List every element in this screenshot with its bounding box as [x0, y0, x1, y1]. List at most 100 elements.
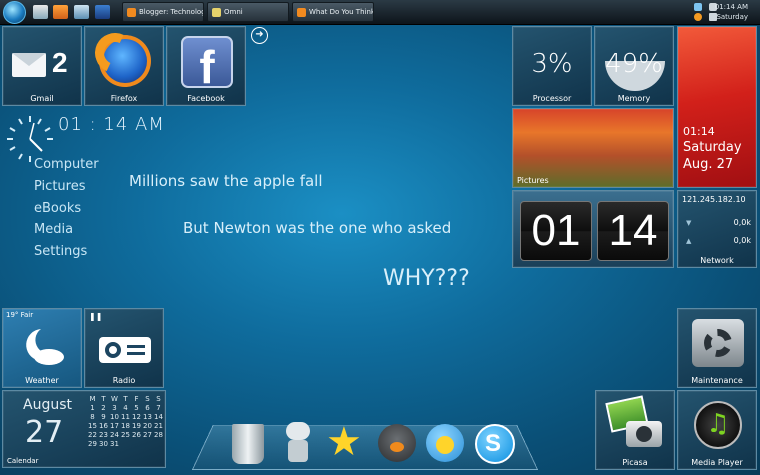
calendar-date[interactable]: 14 — [153, 413, 164, 422]
calendar-date[interactable]: 25 — [120, 431, 131, 440]
calendar-tile[interactable]: August 27 Calendar MTWTFSS 1234567 8 9 10 1… — [2, 390, 166, 468]
weekday: S — [145, 395, 150, 403]
calendar-date[interactable]: 22 — [87, 431, 98, 440]
task-what-do-you-think[interactable]: What Do You Think ... — [292, 2, 374, 22]
task-blogger[interactable]: Blogger: Technolog... — [122, 2, 204, 22]
calendar-date[interactable]: 28 — [153, 431, 164, 440]
task-label: Omni — [224, 8, 243, 16]
calendar-date[interactable]: 9 — [98, 413, 109, 422]
calendar-date[interactable]: 11 — [120, 413, 131, 422]
quicklaunch-explorer-icon[interactable] — [33, 5, 48, 19]
quicklaunch-switch-icon[interactable] — [74, 5, 89, 19]
recycle-bin-icon[interactable] — [228, 420, 268, 466]
flip-clock-tile[interactable]: 01 14 — [512, 190, 674, 268]
calendar-week: 15 16 17 18 19 20 21 — [87, 422, 164, 431]
calendar-date[interactable]: 30 — [98, 440, 109, 449]
calendar-date[interactable]: 29 — [87, 440, 98, 449]
calendar-date[interactable]: 26 — [131, 431, 142, 440]
pause-icon[interactable]: ❚❚ — [89, 312, 102, 321]
calendar-date[interactable]: 4 — [120, 404, 131, 413]
gmail-tile[interactable]: 2 Gmail — [2, 26, 82, 106]
radio-tile[interactable]: ❚❚ Radio — [84, 308, 164, 388]
menu-item-ebooks[interactable]: eBooks — [34, 201, 81, 216]
date-tile[interactable]: 01:14 Saturday Aug. 27 — [677, 26, 757, 188]
camera-icon — [626, 421, 662, 447]
calendar-date[interactable]: 21 — [153, 422, 164, 431]
menu-item-media[interactable]: Media — [34, 222, 73, 237]
calendar-date[interactable]: 12 — [131, 413, 142, 422]
tile-label: Calendar — [7, 457, 39, 465]
calendar-date[interactable]: 13 — [142, 413, 153, 422]
calendar-grid: MTWTFSS 1234567 8 9 10 11 12 13 14 15 16 17 18 19 2… — [87, 395, 164, 449]
network-ip: 121.245.182.10 — [682, 195, 746, 204]
firefox-tile[interactable]: Firefox — [84, 26, 164, 106]
calendar-date[interactable]: 8 — [87, 413, 98, 422]
taskbar — [0, 0, 760, 25]
pictures-tile[interactable]: Pictures — [512, 108, 674, 188]
weekday: M — [89, 395, 96, 403]
skype-icon[interactable]: S — [473, 420, 515, 466]
upload-arrow-icon: ▲ — [686, 237, 692, 245]
calendar-date[interactable]: 31 — [109, 440, 120, 449]
calendar-week: 22 23 24 25 26 27 28 — [87, 431, 164, 440]
quote-line-1: Millions saw the apple fall — [129, 172, 323, 190]
calendar-week: 29 30 31 — [87, 440, 164, 449]
mail-icon — [12, 53, 46, 77]
date-date: Aug. 27 — [683, 157, 734, 172]
memory-value: 49% — [605, 49, 663, 79]
calendar-date[interactable]: 7 — [153, 404, 164, 413]
expand-arrow-icon[interactable]: ➜ — [251, 27, 268, 44]
tile-label: Memory — [617, 94, 651, 103]
star-icon[interactable]: ★ — [326, 420, 366, 466]
calendar-date[interactable]: 10 — [109, 413, 120, 422]
calendar-date[interactable]: 2 — [98, 404, 109, 413]
menu-item-settings[interactable]: Settings — [34, 244, 87, 259]
update-tray-icon[interactable] — [694, 13, 702, 21]
flip-hours: 01 — [520, 201, 592, 261]
network-up: 0,0k — [733, 236, 751, 245]
weekday: W — [111, 395, 118, 403]
memory-tile[interactable]: 49% Memory — [594, 26, 674, 106]
network-tray-icon[interactable] — [694, 3, 702, 11]
tray-day: Saturday — [716, 13, 748, 21]
calendar-date[interactable]: 19 — [131, 422, 142, 431]
weekday: T — [101, 395, 106, 403]
calendar-date[interactable]: 23 — [98, 431, 109, 440]
processor-tile[interactable]: 3% Processor — [512, 26, 592, 106]
calendar-date[interactable]: 1 — [87, 404, 98, 413]
maintenance-tile[interactable]: Maintenance — [677, 308, 757, 388]
calendar-date[interactable]: 20 — [142, 422, 153, 431]
calendar-date[interactable]: 3 — [109, 404, 120, 413]
tray-clock[interactable]: 01:14 AM Saturday — [715, 2, 748, 22]
network-tile[interactable]: 121.245.182.10 ▼ 0,0k ▲ 0,0k Network — [677, 190, 757, 268]
menu-item-computer[interactable]: Computer — [34, 157, 99, 172]
calendar-date[interactable]: 15 — [87, 422, 98, 431]
messenger-icon[interactable] — [424, 420, 464, 466]
tile-label: Weather — [25, 376, 59, 385]
calendar-date[interactable]: 5 — [131, 404, 142, 413]
calendar-date[interactable]: 6 — [142, 404, 153, 413]
picasa-tile[interactable]: Picasa — [595, 390, 675, 470]
calendar-date[interactable]: 18 — [120, 422, 131, 431]
task-omni[interactable]: Omni — [207, 2, 289, 22]
tray-time: 01:14 AM — [714, 3, 748, 11]
quicklaunch-desktop-icon[interactable] — [95, 5, 110, 19]
menu-item-pictures[interactable]: Pictures — [34, 179, 85, 194]
calendar-date[interactable]: 17 — [109, 422, 120, 431]
unread-count: 2 — [52, 47, 68, 78]
calendar-date[interactable]: 27 — [142, 431, 153, 440]
quote-line-3: WHY??? — [383, 266, 470, 291]
media-player-tile[interactable]: ♫ Media Player — [677, 390, 757, 470]
tile-label: Firefox — [110, 94, 138, 103]
folder-icon — [212, 8, 221, 17]
calendar-date[interactable]: 24 — [109, 431, 120, 440]
calendar-date[interactable]: 16 — [98, 422, 109, 431]
bird-icon[interactable] — [376, 420, 416, 466]
quicklaunch-media-icon[interactable] — [53, 5, 68, 19]
weekday: S — [156, 395, 161, 403]
facebook-tile[interactable]: f Facebook — [166, 26, 246, 106]
robot-icon[interactable] — [278, 420, 318, 466]
start-button[interactable] — [3, 1, 26, 24]
tile-label: Gmail — [30, 94, 54, 103]
weather-tile[interactable]: 19° Fair Weather — [2, 308, 82, 388]
